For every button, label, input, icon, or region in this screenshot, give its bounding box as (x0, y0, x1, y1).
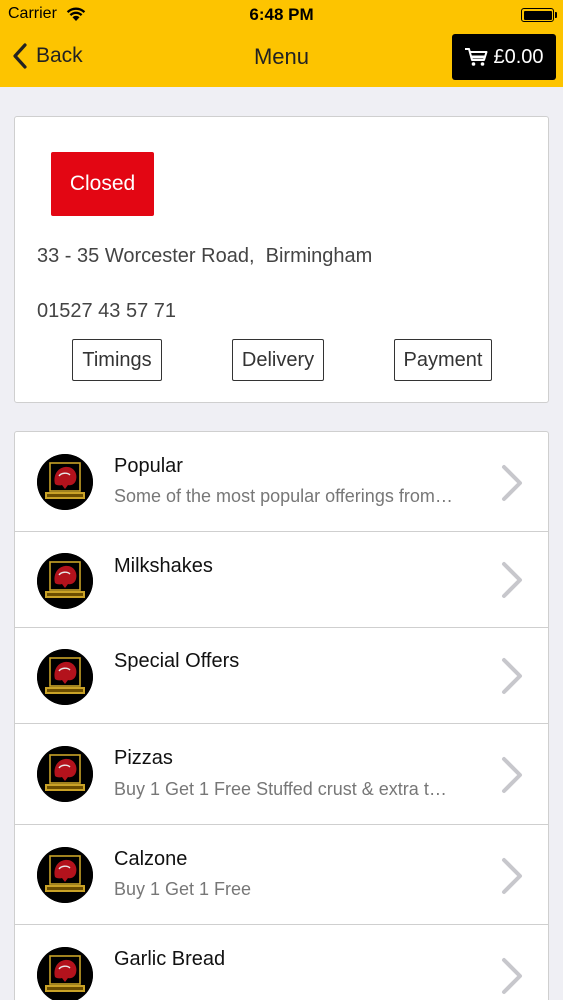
clock: 6:48 PM (249, 5, 314, 24)
chevron-right-icon (502, 858, 522, 894)
category-title: Special Offers (114, 650, 240, 672)
chevron-right-icon (502, 465, 522, 501)
app-header: Carrier 6:48 PM Back Menu £0.00 (0, 0, 563, 87)
category-subtitle: Buy 1 Get 1 Free (114, 879, 252, 899)
menu-category-list: Popular Some of the most popular offerin… (14, 431, 549, 1000)
cart-icon (465, 48, 488, 66)
category-title: Milkshakes (114, 555, 213, 577)
restaurant-info-card: Closed 33 - 35 Worcester Road, Birmingha… (14, 116, 549, 403)
restaurant-phone[interactable]: 01527 43 57 71 (37, 300, 176, 323)
menu-category-popular[interactable]: Popular Some of the most popular offerin… (15, 432, 548, 532)
restaurant-logo (37, 553, 93, 609)
restaurant-logo (37, 454, 93, 510)
category-title: Pizzas (114, 747, 173, 769)
cart-button[interactable]: £0.00 (452, 34, 556, 80)
menu-category-milkshakes[interactable]: Milkshakes (15, 532, 548, 628)
back-label: Back (36, 44, 83, 67)
payment-button[interactable]: Payment (394, 339, 492, 381)
cart-total: £0.00 (493, 45, 544, 68)
status-bar: Carrier 6:48 PM (0, 0, 563, 30)
restaurant-logo (37, 649, 93, 705)
restaurant-address: 33 - 35 Worcester Road, Birmingham (37, 245, 373, 267)
status-badge[interactable]: Closed (51, 152, 154, 216)
chevron-right-icon (502, 562, 522, 598)
category-title: Calzone (114, 848, 188, 870)
chevron-right-icon (502, 757, 522, 793)
menu-category-special-offers[interactable]: Special Offers (15, 628, 548, 724)
back-button[interactable]: Back (10, 40, 83, 72)
chevron-left-icon (13, 43, 27, 69)
category-subtitle: Some of the most popular offerings from… (114, 486, 453, 506)
restaurant-logo (37, 746, 93, 802)
chevron-right-icon (502, 958, 522, 994)
delivery-button[interactable]: Delivery (232, 339, 324, 381)
menu-category-pizzas[interactable]: Pizzas Buy 1 Get 1 Free Stuffed crust & … (15, 724, 548, 825)
timings-button[interactable]: Timings (72, 339, 162, 381)
category-title: Garlic Bread (114, 948, 226, 970)
chevron-right-icon (502, 658, 522, 694)
restaurant-logo (37, 947, 93, 1000)
battery-icon (521, 8, 557, 22)
menu-category-garlic-bread[interactable]: Garlic Bread (15, 925, 548, 1000)
menu-category-calzone[interactable]: Calzone Buy 1 Get 1 Free (15, 825, 548, 925)
category-subtitle: Buy 1 Get 1 Free Stuffed crust & extra t… (114, 779, 447, 799)
restaurant-logo (37, 847, 93, 903)
category-title: Popular (114, 455, 183, 477)
